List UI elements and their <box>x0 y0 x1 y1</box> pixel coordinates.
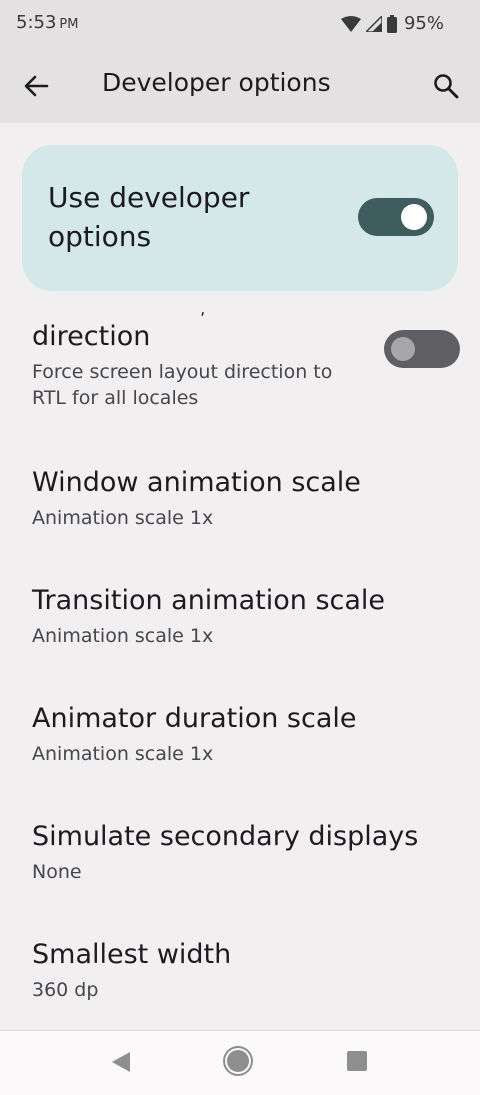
setting-summary: Animation scale 1x <box>32 625 214 647</box>
nav-recents-icon[interactable] <box>347 1051 367 1071</box>
setting-title: Window animation scale <box>32 467 361 498</box>
setting-title: Transition animation scale <box>32 585 386 616</box>
app-bar: Developer options <box>0 48 480 123</box>
use-developer-options-card[interactable]: Use developer options <box>22 145 458 291</box>
setting-title: Simulate secondary displays <box>32 821 419 852</box>
setting-simulate-secondary-displays[interactable]: Simulate secondary displays None <box>32 820 452 885</box>
status-time: 5:53 PM <box>16 12 78 33</box>
arrow-left-icon[interactable] <box>22 72 50 100</box>
search-icon[interactable] <box>432 72 460 100</box>
battery-icon <box>386 14 397 33</box>
nav-back-icon[interactable] <box>110 1051 132 1073</box>
setting-summary: Force screen layout direction to RTL for… <box>32 361 333 409</box>
setting-summary: Animation scale 1x <box>32 507 214 529</box>
switch-thumb <box>391 337 415 361</box>
clock-ampm: PM <box>59 17 79 32</box>
setting-summary: None <box>32 861 82 883</box>
wifi-icon <box>340 15 361 32</box>
use-developer-options-switch[interactable] <box>358 198 434 236</box>
use-developer-options-label: Use developer options <box>48 181 250 253</box>
page-title: Developer options <box>102 68 331 97</box>
setting-force-rtl[interactable]: direction Force screen layout direction … <box>32 320 452 411</box>
force-rtl-switch[interactable] <box>384 330 460 368</box>
status-icons: 95% <box>340 13 444 34</box>
setting-title: Animator duration scale <box>32 703 357 734</box>
setting-animator-duration-scale[interactable]: Animator duration scale Animation scale … <box>32 702 452 767</box>
switch-thumb <box>401 204 427 230</box>
setting-window-animation-scale[interactable]: Window animation scale Animation scale 1… <box>32 466 452 531</box>
setting-title: Smallest width <box>32 939 232 970</box>
navigation-bar <box>0 1030 480 1095</box>
nav-home-icon[interactable] <box>227 1050 249 1072</box>
battery-percent: 95% <box>403 13 444 34</box>
status-bar: 5:53 PM 95% <box>0 0 480 48</box>
signal-icon <box>365 15 382 32</box>
clock-time: 5:53 <box>16 12 57 33</box>
setting-transition-animation-scale[interactable]: Transition animation scale Animation sca… <box>32 584 452 649</box>
setting-smallest-width[interactable]: Smallest width 360 dp <box>32 938 452 1003</box>
setting-summary: Animation scale 1x <box>32 743 214 765</box>
setting-summary: 360 dp <box>32 979 99 1001</box>
